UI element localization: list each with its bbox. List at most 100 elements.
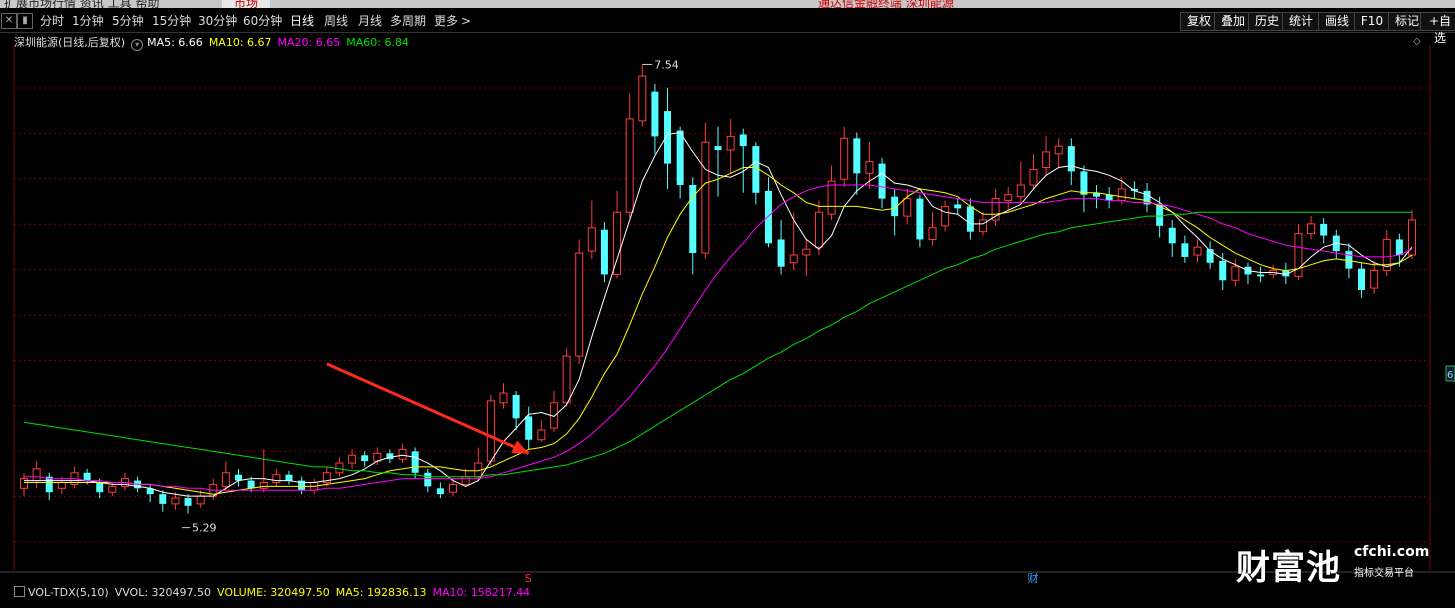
candle-body-down	[1181, 243, 1189, 257]
candle-body-down	[739, 134, 747, 147]
candle-body-up	[928, 227, 937, 240]
candle-body-up	[1231, 266, 1240, 281]
candle-body-down	[1080, 171, 1088, 195]
candle-body-down	[1257, 274, 1265, 277]
candle-body-up	[903, 198, 912, 217]
ma-line-ma60	[23, 211, 1412, 478]
candle-body-down	[1320, 223, 1328, 236]
candle-body-down	[676, 130, 684, 185]
candlestick-chart: 7.54 5.29 S 财 6	[0, 45, 1455, 585]
candle-body-down	[436, 488, 444, 495]
candle-body-up	[537, 429, 546, 441]
candle-body-up	[1029, 168, 1038, 186]
watermark-sub: 指标交易平台	[1354, 568, 1414, 579]
candle-body-up	[1054, 145, 1063, 155]
candle-body-up	[461, 476, 470, 485]
candle-body-down	[954, 204, 962, 209]
candle-body-down	[1168, 227, 1176, 244]
candle-body-up	[1370, 270, 1379, 289]
candle-body-up	[57, 482, 66, 489]
low-price-label: 5.29	[192, 522, 217, 535]
cfchi-watermark: 财富池 cfchi.com 指标交易平台	[1222, 538, 1429, 588]
candle-body-up	[1004, 194, 1013, 202]
candle-body-up	[499, 392, 508, 404]
candle-body-down	[916, 198, 924, 240]
candle-body-down	[664, 111, 672, 164]
candle-body-down	[651, 91, 659, 137]
candle-body-down	[600, 229, 608, 275]
candle-body-up	[348, 454, 357, 464]
candle-body-up	[1193, 246, 1202, 256]
candle-body-down	[285, 474, 293, 481]
candle-body-down	[96, 482, 104, 493]
candle-body-down	[525, 416, 533, 440]
candle-body-up	[941, 205, 950, 227]
candle-body-up	[865, 161, 874, 174]
candle-body-down	[247, 480, 255, 489]
candle-body-down	[714, 146, 722, 150]
candle-body-up	[221, 472, 230, 487]
candle-body-up	[701, 141, 710, 254]
candle-body-down	[235, 474, 243, 481]
candle-body-down	[83, 472, 91, 481]
candle-body-up	[32, 468, 41, 482]
annotations: 7.54 5.29 S 财 6	[182, 58, 1455, 585]
candle-body-down	[159, 494, 167, 504]
candle-body-up	[575, 252, 584, 357]
vol-ma5-value: MA5: 192836.13	[335, 586, 427, 599]
marker-s: S	[525, 572, 532, 585]
red-arrow-shaft	[326, 362, 530, 455]
collapse-icon[interactable]	[14, 586, 25, 597]
candle-body-up	[840, 137, 849, 180]
candle-body-up	[638, 75, 647, 122]
candle-body-up	[827, 180, 836, 215]
ma-line-ma20	[24, 184, 1413, 491]
watermark-cn: 财富池	[1236, 548, 1341, 588]
candle-body-down	[878, 163, 886, 199]
candle-body-down	[184, 498, 192, 506]
vvol-value: VVOL: 320497.50	[114, 586, 212, 599]
candle-body-up	[991, 198, 1000, 221]
candle-body-up	[171, 497, 180, 505]
candle-body-up	[449, 483, 458, 493]
vol-ma10-value: MA10: 158217.44	[432, 586, 531, 599]
candle-body-up	[802, 248, 811, 256]
candle-body-up	[108, 485, 117, 493]
candle-body-down	[966, 206, 974, 232]
candle-body-up	[398, 448, 407, 460]
candle-body-up	[335, 462, 344, 474]
candle-body-down	[411, 451, 419, 473]
candle-body-up	[196, 495, 205, 505]
candles	[20, 64, 1416, 514]
candle-body-up	[814, 211, 823, 248]
candle-body-up	[1117, 188, 1126, 202]
candle-body-down	[1358, 268, 1366, 290]
vol-indicator-name: VOL-TDX(5,10)	[28, 586, 109, 599]
candle-body-up	[486, 400, 495, 462]
candle-body-down	[764, 190, 772, 244]
candle-body-down	[512, 395, 520, 419]
high-price-label: 7.54	[654, 58, 679, 71]
candle-body-up	[1042, 151, 1051, 168]
candle-body-down	[689, 185, 697, 254]
candle-body-down	[424, 472, 432, 487]
candle-body-up	[1307, 223, 1316, 235]
candle-body-down	[361, 455, 369, 462]
right-axis-fragment: 6	[1447, 370, 1453, 381]
candle-body-up	[562, 355, 571, 404]
volume-value: VOLUME: 320497.50	[217, 586, 330, 599]
candle-body-down	[1345, 251, 1353, 269]
candle-body-down	[1219, 260, 1227, 281]
candle-body-down	[777, 239, 785, 267]
candle-body-down	[853, 138, 861, 174]
candle-body-up	[20, 478, 28, 489]
candle-body-up	[978, 219, 987, 233]
candle-body-down	[1395, 239, 1403, 255]
marker-cai: 财	[1027, 571, 1038, 585]
candle-body-up	[1016, 184, 1025, 198]
watermark-url: cfchi.com	[1354, 544, 1430, 560]
candle-body-up	[625, 118, 634, 213]
candle-body-down	[1105, 194, 1113, 201]
candle-body-up	[726, 135, 735, 151]
candle-body-up	[789, 254, 798, 264]
